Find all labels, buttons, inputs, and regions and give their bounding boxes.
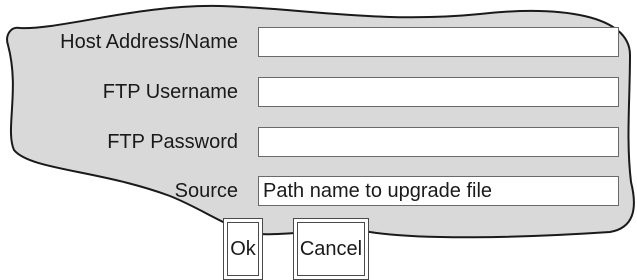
cancel-button[interactable]: Cancel — [293, 218, 369, 280]
source-input[interactable] — [258, 176, 619, 206]
source-label: Source — [174, 180, 238, 202]
host-address-row: Host Address/Name — [0, 27, 637, 57]
ftp-username-input[interactable] — [258, 77, 619, 107]
ftp-password-row: FTP Password — [0, 127, 637, 157]
source-row: Source — [0, 176, 637, 206]
ftp-username-label: FTP Username — [102, 81, 238, 103]
host-address-input[interactable] — [258, 27, 619, 57]
host-address-label: Host Address/Name — [60, 31, 238, 53]
ftp-password-label: FTP Password — [107, 131, 238, 153]
ftp-password-input[interactable] — [258, 127, 619, 157]
ftp-username-row: FTP Username — [0, 77, 637, 107]
ok-button[interactable]: Ok — [223, 218, 263, 280]
